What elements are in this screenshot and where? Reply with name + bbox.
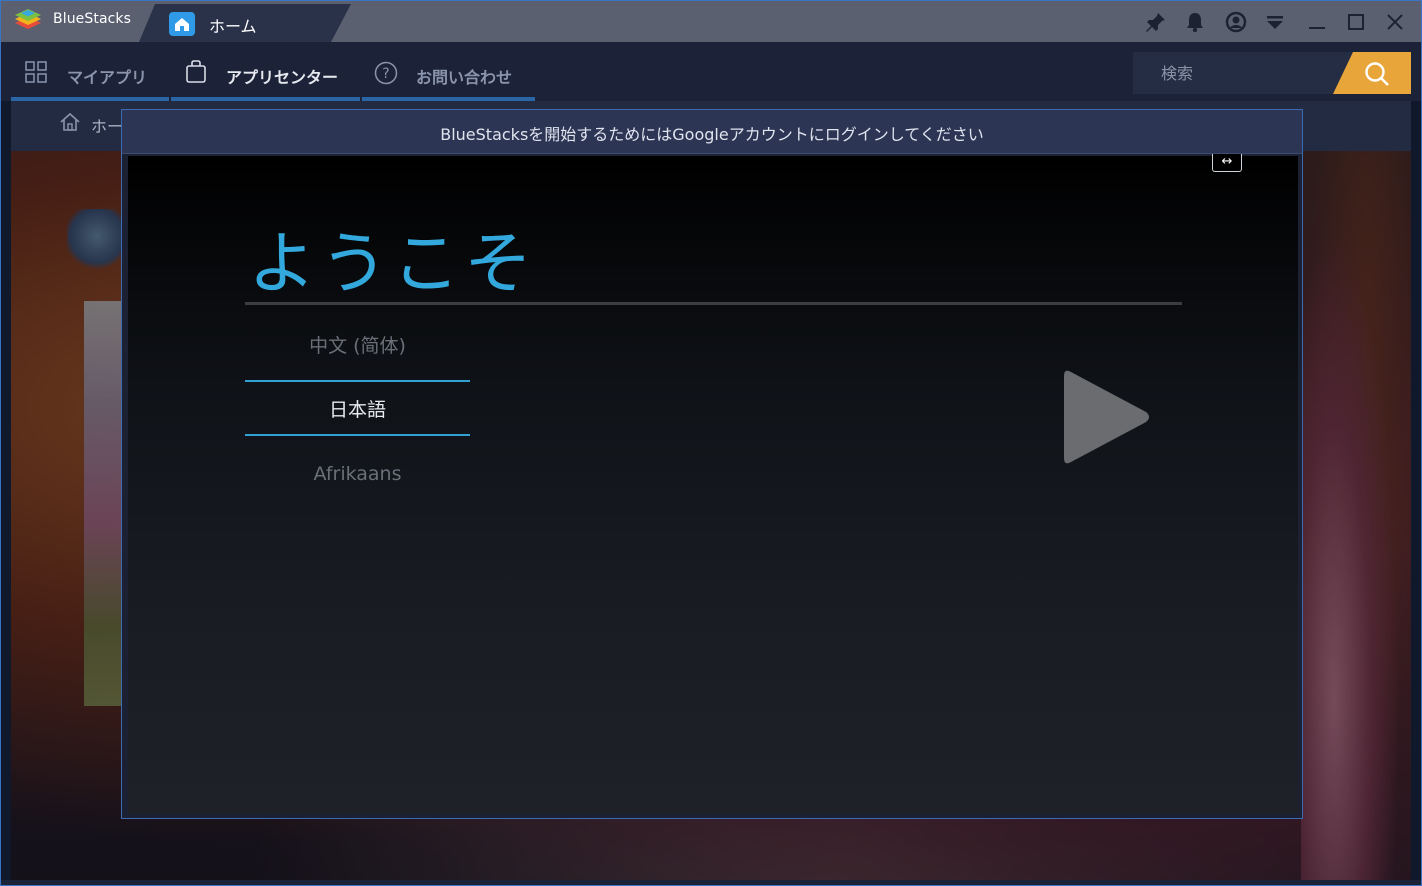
android-setup-screen: ↔ ようこそ 中文 (简体) 日本語 Afrikaans	[128, 154, 1298, 814]
search-box	[1133, 52, 1411, 94]
nav-contact[interactable]: ? お問い合わせ	[362, 42, 535, 101]
nav-app-center[interactable]: アプリセンター	[171, 42, 360, 101]
minimize-icon[interactable]	[1306, 11, 1328, 33]
svg-text:?: ?	[382, 66, 389, 82]
bluestacks-logo-icon	[15, 9, 41, 29]
bluestacks-window: BlueStacks ホーム マイアプリ アプリセンター ? お問い合わせ 検索…	[0, 0, 1422, 886]
home-tab-label: ホーム	[209, 17, 257, 36]
dialog-title: BlueStacksを開始するためにはGoogleアカウントにログインしてくださ…	[440, 125, 984, 144]
language-option-chinese[interactable]: 中文 (简体)	[245, 318, 470, 374]
shopping-bag-icon	[186, 60, 206, 83]
language-option-afrikaans[interactable]: Afrikaans	[245, 446, 470, 502]
maximize-icon[interactable]	[1345, 11, 1367, 33]
dialog-header: BlueStacksを開始するためにはGoogleアカウントにログインしてくださ…	[122, 110, 1302, 154]
app-tab: BlueStacks	[1, 1, 151, 42]
nav-my-apps-label: マイアプリ	[67, 68, 148, 87]
help-icon: ?	[374, 61, 398, 85]
search-input[interactable]	[1133, 52, 1333, 94]
resize-handle-icon[interactable]: ↔	[1212, 154, 1242, 172]
nav-contact-label: お問い合わせ	[416, 68, 513, 87]
account-icon[interactable]	[1225, 11, 1247, 33]
dropdown-menu-icon[interactable]	[1264, 11, 1286, 33]
nav-app-center-label: アプリセンター	[226, 68, 339, 87]
welcome-divider	[245, 302, 1182, 305]
home-outline-icon[interactable]	[59, 111, 81, 133]
next-arrow-icon[interactable]	[1060, 368, 1152, 466]
home-icon	[169, 12, 195, 36]
google-login-dialog: BlueStacksを開始するためにはGoogleアカウントにログインしてくださ…	[121, 109, 1303, 819]
nav-bar: マイアプリ アプリセンター ? お問い合わせ	[1, 42, 1421, 101]
welcome-heading: ようこそ	[248, 225, 537, 304]
app-name: BlueStacks	[53, 11, 132, 27]
search-button[interactable]	[1333, 52, 1411, 94]
bell-icon[interactable]	[1184, 11, 1206, 33]
grid-icon	[25, 61, 47, 83]
pin-icon[interactable]	[1145, 11, 1167, 33]
close-icon[interactable]	[1384, 11, 1406, 33]
bottom-strip	[1, 880, 1421, 885]
title-bar: BlueStacks ホーム	[1, 1, 1421, 42]
search-icon	[1365, 62, 1389, 86]
nav-my-apps[interactable]: マイアプリ	[11, 42, 169, 101]
language-option-japanese[interactable]: 日本語	[245, 380, 470, 436]
tab-home[interactable]: ホーム	[139, 4, 351, 42]
breadcrumb-home-label[interactable]: ホー	[91, 113, 123, 137]
